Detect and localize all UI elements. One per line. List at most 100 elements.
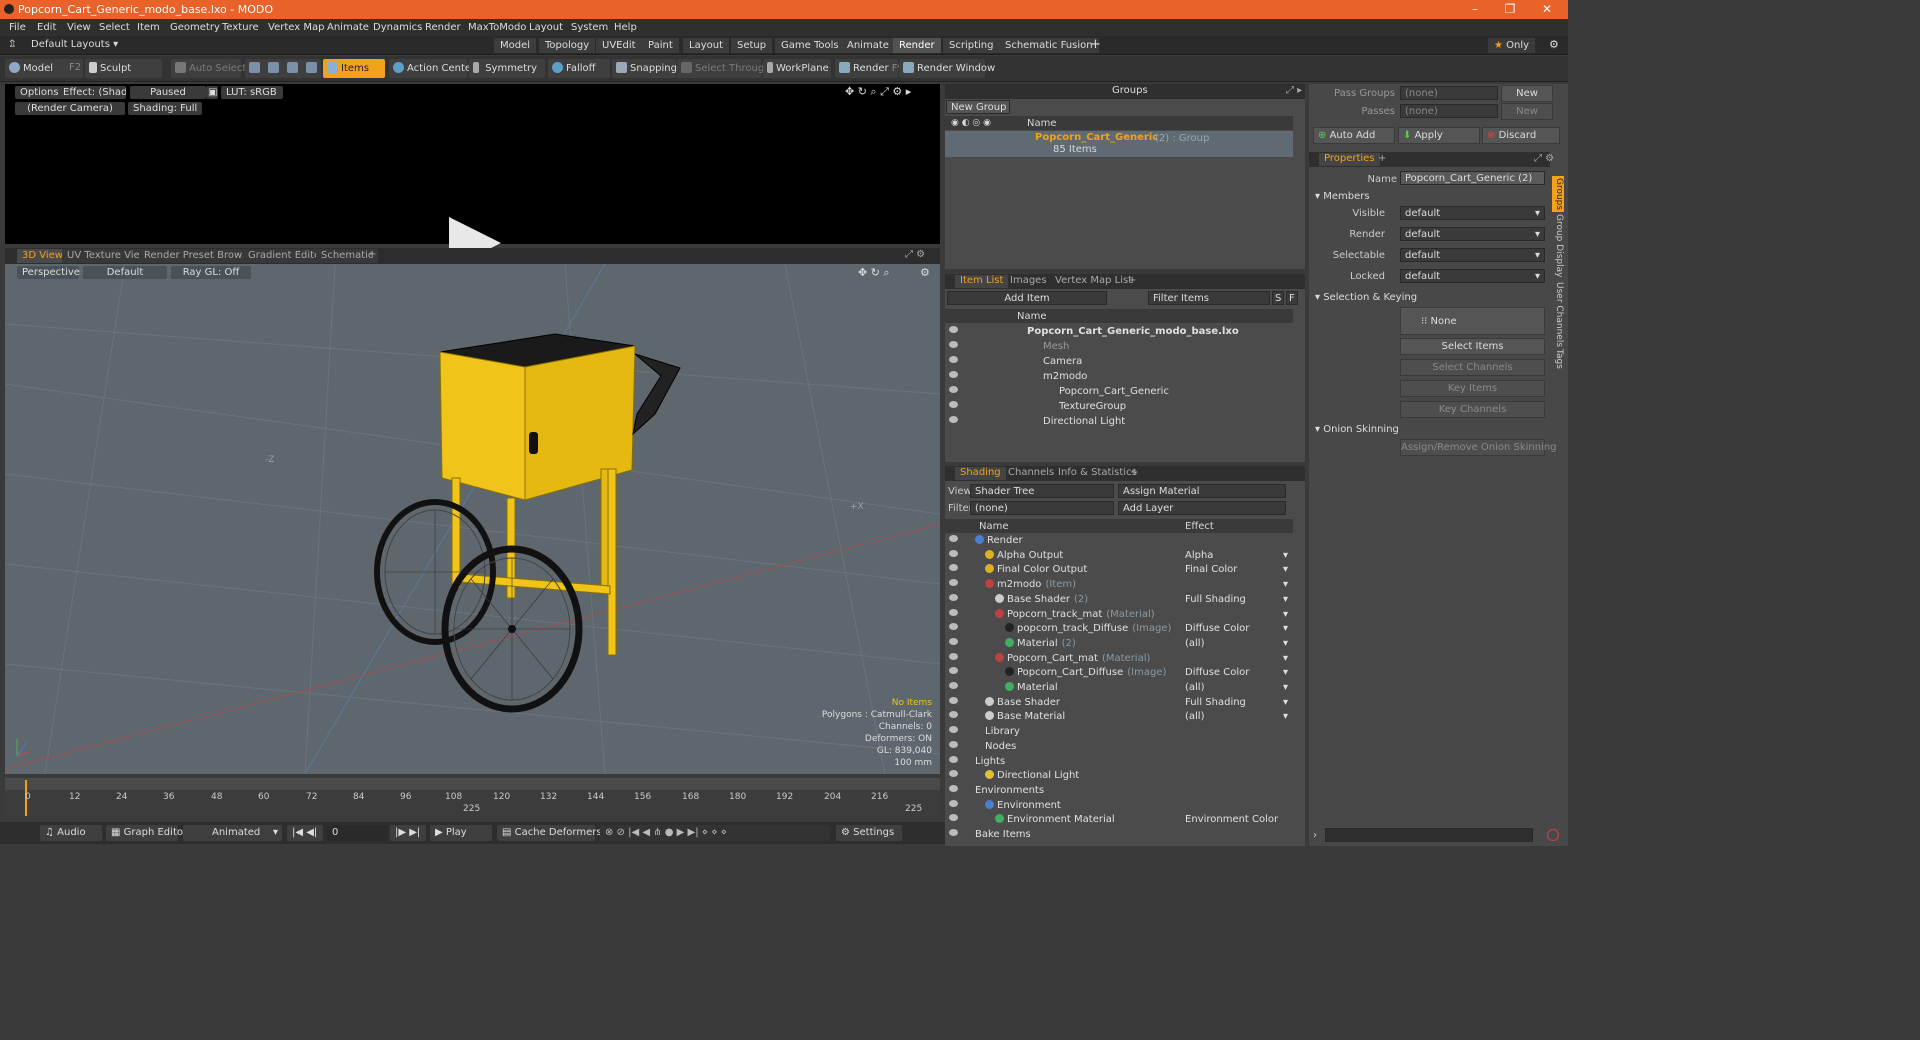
- visibility-eye-icon[interactable]: [949, 799, 958, 807]
- shader-effect[interactable]: (all): [1185, 711, 1205, 722]
- chevron-down-icon[interactable]: ▾: [1283, 594, 1288, 605]
- render-camera-dropdown[interactable]: (Render Camera): [15, 102, 125, 115]
- visibility-eye-icon[interactable]: [949, 770, 958, 778]
- add-shading-tab-button[interactable]: +: [1125, 467, 1143, 480]
- visibility-eye-icon[interactable]: [949, 667, 958, 675]
- shader-effect[interactable]: Diffuse Color: [1185, 667, 1249, 678]
- shader-row[interactable]: Final Color Output Final Color ▾: [945, 562, 1293, 577]
- menu-system[interactable]: System: [571, 22, 608, 33]
- group-row-popcorn-cart[interactable]: Popcorn_Cart_Generic (2) : Group 85 Item…: [945, 131, 1293, 157]
- chevron-down-icon[interactable]: ▾: [1283, 579, 1288, 590]
- default-layouts-dropdown[interactable]: Default Layouts ▾: [31, 39, 118, 50]
- tab-paint[interactable]: Paint: [642, 38, 680, 53]
- model-mode-button[interactable]: Model F2: [5, 59, 83, 78]
- key-tools-icons[interactable]: ⊗ ⊘ |◀ ◀ ⋔ ● ▶ ▶| ⋄ ⋄ ⋄: [600, 825, 830, 841]
- visibility-eye-icon[interactable]: [949, 608, 958, 616]
- onion-skinning-button[interactable]: Assign/Remove Onion Skinning: [1400, 439, 1557, 456]
- shader-row[interactable]: Popcorn_Cart_Diffuse (Image) Diffuse Color…: [945, 665, 1293, 680]
- select-channels-button[interactable]: Select Channels: [1400, 359, 1545, 376]
- member-field-dropdown[interactable]: default ▾: [1400, 206, 1545, 220]
- items-select-button[interactable]: Items: [323, 59, 385, 78]
- shader-row[interactable]: Library: [945, 724, 1293, 739]
- onion-skinning-section[interactable]: ▾ Onion Skinning: [1315, 424, 1399, 435]
- shader-row[interactable]: Alpha Output Alpha ▾: [945, 548, 1293, 563]
- tab-scripting[interactable]: Scripting: [943, 38, 1001, 53]
- timeline[interactable]: 0 12 24 36 48 60 72 84 96 108 120 132 14…: [5, 778, 940, 818]
- menu-animate[interactable]: Animate: [327, 22, 369, 33]
- chevron-down-icon[interactable]: ▾: [1283, 682, 1288, 693]
- chevron-down-icon[interactable]: ▾: [1283, 711, 1288, 722]
- visibility-eye-icon[interactable]: [949, 652, 958, 660]
- viewport-style-dropdown[interactable]: Default: [83, 266, 167, 279]
- item-row[interactable]: Mesh: [945, 339, 1293, 354]
- shader-row[interactable]: Lights: [945, 754, 1293, 769]
- falloff-button[interactable]: Falloff: [548, 59, 610, 78]
- auto-add-button[interactable]: ⊕ Auto Add: [1313, 127, 1395, 144]
- menu-layout[interactable]: Layout: [529, 22, 563, 33]
- view-dropdown[interactable]: Shader Tree: [970, 484, 1114, 498]
- select-through-button[interactable]: Select Through: [677, 59, 771, 78]
- visibility-eye-icon[interactable]: [949, 814, 958, 822]
- tab-render[interactable]: Render: [893, 38, 942, 53]
- key-channels-button[interactable]: Key Channels: [1400, 401, 1545, 418]
- shader-row[interactable]: Base Shader Full Shading ▾: [945, 695, 1293, 710]
- filter-s-button[interactable]: S: [1272, 291, 1284, 305]
- shader-effect[interactable]: (all): [1185, 682, 1205, 693]
- select-none-button[interactable]: ⁝⁝ None: [1400, 307, 1545, 335]
- tab-layout[interactable]: Layout: [683, 38, 730, 53]
- tab-game-tools[interactable]: Game Tools: [775, 38, 846, 53]
- lut-dropdown[interactable]: LUT: sRGB: [221, 86, 283, 99]
- render-shading-dropdown[interactable]: Shading: Full: [128, 102, 202, 115]
- chevron-down-icon[interactable]: ▾: [1283, 564, 1288, 575]
- render-button[interactable]: Render F9: [835, 59, 904, 78]
- add-tab-button[interactable]: +: [1090, 37, 1101, 52]
- render-options-button[interactable]: Options: [15, 86, 64, 99]
- item-row[interactable]: Directional Light: [945, 414, 1293, 429]
- viewport-3d-nav-icons[interactable]: ✥ ↻ ⌕: [858, 266, 890, 280]
- tab-item-list[interactable]: Item List: [955, 275, 1009, 288]
- passes-dropdown[interactable]: (none): [1400, 104, 1498, 118]
- pass-groups-dropdown[interactable]: (none): [1400, 86, 1498, 100]
- apply-button[interactable]: ⬇ Apply: [1398, 127, 1480, 144]
- tab-shading[interactable]: Shading: [955, 467, 1006, 480]
- visibility-eye-icon[interactable]: [949, 341, 958, 348]
- visibility-eye-icon[interactable]: [949, 682, 958, 689]
- command-input[interactable]: [1325, 828, 1533, 842]
- selection-keying-section[interactable]: ▾ Selection & Keying: [1315, 292, 1417, 303]
- visibility-eye-icon[interactable]: [949, 711, 958, 719]
- groups-expand-icon[interactable]: ⤢ ▸: [1281, 85, 1307, 98]
- menu-render[interactable]: Render: [425, 22, 461, 33]
- chevron-down-icon[interactable]: ▾: [1283, 550, 1288, 561]
- visibility-eye-icon[interactable]: [949, 784, 958, 792]
- sidetab-user-channels[interactable]: User Channels: [1552, 282, 1564, 347]
- tab-channels[interactable]: Channels: [1003, 467, 1059, 480]
- viewport-3d[interactable]: -Z +X Perspective Default Ray GL: Off ✥ …: [5, 264, 940, 774]
- members-section[interactable]: ▾ Members: [1315, 191, 1370, 202]
- menu-edit[interactable]: Edit: [37, 22, 56, 33]
- viewport-nav-icons[interactable]: ✥ ↻ ⌕ ⤢ ⚙ ▸: [845, 85, 911, 99]
- visibility-eye-icon[interactable]: [949, 696, 958, 704]
- lock-icon[interactable]: ▣: [206, 86, 218, 99]
- shader-row[interactable]: Base Shader (2) Full Shading ▾: [945, 592, 1293, 607]
- tab-images[interactable]: Images: [1005, 275, 1052, 288]
- workplane-button[interactable]: WorkPlane: [763, 59, 831, 78]
- chevron-down-icon[interactable]: ▾: [1283, 638, 1288, 649]
- tab-animate[interactable]: Animate: [841, 38, 896, 53]
- auto-select-button[interactable]: Auto Select: [171, 59, 246, 78]
- audio-button[interactable]: ♫ Audio: [40, 825, 102, 841]
- cache-deformers-button[interactable]: ▤ Cache Deformers: [497, 825, 602, 841]
- transport-back-buttons[interactable]: |◀ ◀|: [287, 825, 323, 841]
- render-effect-dropdown[interactable]: Effect: (Shadi...: [58, 86, 126, 99]
- shader-row[interactable]: Popcorn_track_mat (Material) ▾: [945, 607, 1293, 622]
- shader-row[interactable]: Directional Light: [945, 768, 1293, 783]
- sidetab-tags[interactable]: Tags: [1552, 349, 1564, 369]
- shader-row[interactable]: m2modo (Item) ▾: [945, 577, 1293, 592]
- vertices-select-button[interactable]: [245, 59, 264, 78]
- tab-uvedit[interactable]: UVEdit: [596, 38, 643, 53]
- menu-item[interactable]: Item: [137, 22, 160, 33]
- filter-dropdown[interactable]: (none): [970, 501, 1114, 515]
- edges-select-button[interactable]: [264, 59, 283, 78]
- shader-row[interactable]: Render: [945, 533, 1293, 548]
- materials-select-button[interactable]: [302, 59, 321, 78]
- symmetry-button[interactable]: Symmetry: [469, 59, 545, 78]
